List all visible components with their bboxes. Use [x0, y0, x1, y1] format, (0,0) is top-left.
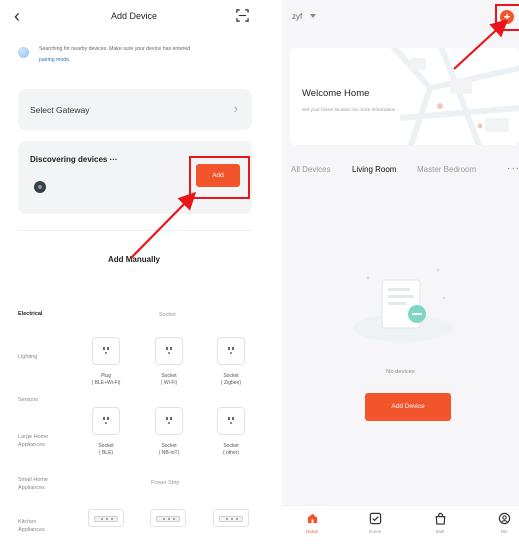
- tab-living-room[interactable]: Living Room: [352, 165, 396, 174]
- add-device-header: ‹ Add Device: [0, 0, 268, 34]
- power-strip-tile[interactable]: [88, 509, 124, 527]
- tabbar-mall[interactable]: Mall: [425, 512, 455, 534]
- highlight-box-plus: [495, 4, 519, 31]
- tabbar-label: Scene: [368, 529, 382, 534]
- highlight-box-add: [189, 156, 250, 199]
- power-strip-tile[interactable]: [150, 509, 186, 527]
- tabbar-label: Mall: [435, 529, 445, 534]
- select-gateway-label: Select Gateway: [30, 105, 90, 115]
- chevron-right-icon: ›: [233, 101, 238, 116]
- divider: [18, 230, 252, 231]
- socket-icon: [164, 415, 174, 427]
- tabbar-label: Home: [305, 529, 318, 534]
- socket-icon: [101, 345, 111, 357]
- shopping-bag-icon: [435, 512, 445, 525]
- add-manually-title: Add Manually: [107, 255, 160, 264]
- tabbar-me[interactable]: Me: [489, 512, 519, 534]
- scene-checkbox-icon: [369, 512, 381, 525]
- bottom-tabbar: Home Scene Mall Me: [282, 505, 519, 547]
- page-title: Add Device: [110, 11, 158, 21]
- tabbar-home[interactable]: Home: [297, 512, 327, 534]
- category-sensors[interactable]: Sensors: [18, 396, 38, 404]
- socket-icon: [164, 345, 174, 357]
- socket-icon: [226, 345, 236, 357]
- socket-icon: [226, 415, 236, 427]
- screenshot-root: ‹ Add Device Searching for nearby device…: [0, 0, 519, 547]
- empty-state-text: No devices: [386, 369, 415, 375]
- search-hint: Searching for nearby devices. Make sure …: [39, 44, 261, 66]
- socket-tile[interactable]: [155, 337, 183, 365]
- discovering-label: Discovering devices ···: [30, 155, 118, 164]
- home-icon: [307, 513, 317, 524]
- category-large-home-appliances[interactable]: Large Home Appliances: [18, 433, 64, 449]
- category-small-home-appliances[interactable]: Small Home Appliances: [18, 476, 64, 492]
- searching-spinner-icon: [18, 47, 29, 58]
- chevron-down-icon: [310, 14, 316, 18]
- select-gateway-row[interactable]: Select Gateway ›: [18, 89, 252, 130]
- discovered-device-icon: [34, 181, 46, 193]
- home-screen: zyf + Welcome Home Set your home locatio…: [282, 0, 519, 547]
- tab-master-bedroom[interactable]: Master Bedroom: [417, 165, 476, 174]
- tabbar-scene[interactable]: Scene: [360, 512, 390, 534]
- add-device-screen: ‹ Add Device Searching for nearby device…: [0, 0, 268, 547]
- power-strip-icon: [156, 516, 180, 522]
- tile-label: Socket( BLE): [98, 443, 114, 456]
- tile-label: Plug( BLE+Wi-Fi): [91, 373, 121, 386]
- more-icon[interactable]: ···: [507, 163, 519, 174]
- tab-all-devices[interactable]: All Devices: [291, 165, 331, 174]
- section-power-strip: Power Strip: [151, 480, 180, 486]
- room-tabs: All Devices Living Room Master Bedroom ·…: [282, 163, 519, 179]
- socket-tile[interactable]: [155, 407, 183, 435]
- category-kitchen-appliances[interactable]: Kitchen Appliances: [18, 518, 64, 534]
- socket-icon: [101, 415, 111, 427]
- tile-label: Socket( other): [222, 443, 240, 456]
- welcome-card[interactable]: Welcome Home Set your home location for …: [290, 48, 519, 145]
- socket-tile[interactable]: [217, 337, 245, 365]
- socket-tile[interactable]: [217, 407, 245, 435]
- add-device-button[interactable]: Add Device: [365, 393, 451, 421]
- category-electrical[interactable]: Electrical: [18, 310, 42, 318]
- home-selector[interactable]: zyf: [292, 12, 302, 21]
- welcome-subtitle: Set your home location for more informat…: [302, 108, 396, 113]
- search-hint-text: Searching for nearby devices. Make sure …: [39, 46, 191, 52]
- welcome-title: Welcome Home: [302, 88, 370, 99]
- tile-label: Socket( Zigbee): [220, 373, 241, 386]
- socket-tile[interactable]: [92, 407, 120, 435]
- no-devices-illustration-icon: [353, 268, 453, 342]
- socket-tile[interactable]: [92, 337, 120, 365]
- section-socket: Socket: [159, 312, 176, 318]
- power-strip-tile[interactable]: [213, 509, 249, 527]
- category-lighting[interactable]: Lighting: [18, 353, 37, 361]
- power-strip-icon: [219, 516, 243, 522]
- profile-icon: [498, 512, 510, 525]
- scan-icon[interactable]: [236, 9, 249, 22]
- tile-label: Socket( Wi-Fi): [160, 373, 178, 386]
- pairing-mode-link[interactable]: pairing mode.: [39, 57, 70, 63]
- tabbar-label: Me: [500, 529, 508, 534]
- power-strip-icon: [94, 516, 118, 522]
- tile-label: Socket( NB-IoT): [158, 443, 180, 456]
